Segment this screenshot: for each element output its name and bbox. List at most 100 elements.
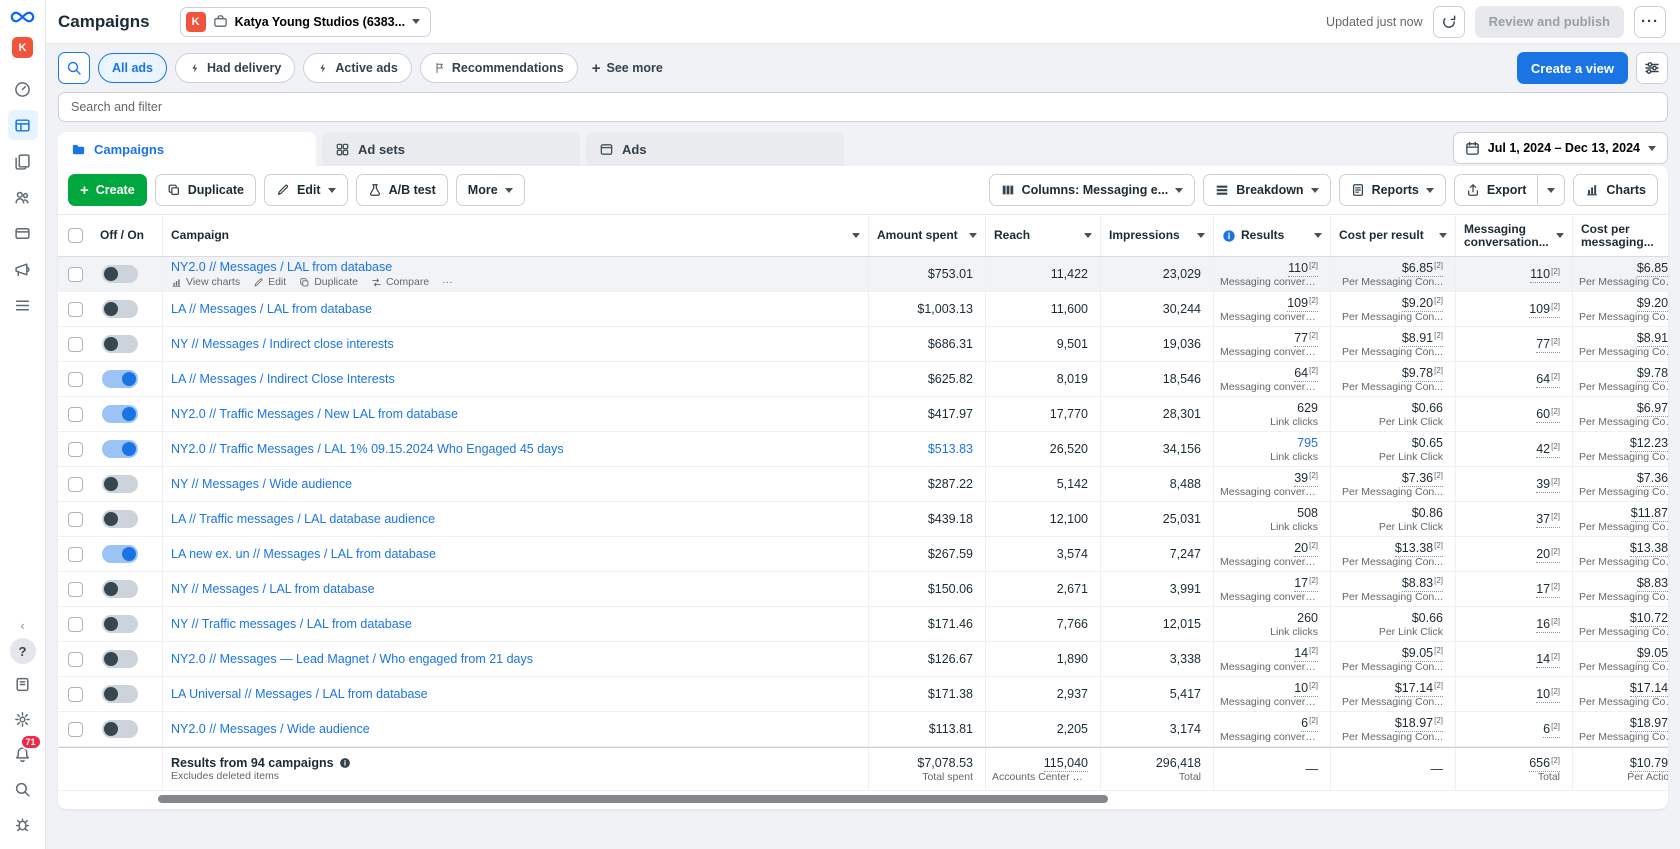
more-button[interactable]: More [455, 174, 525, 206]
campaign-link[interactable]: NY // Messages / Indirect close interest… [171, 337, 394, 351]
campaign-link[interactable]: NY2.0 // Traffic Messages / New LAL from… [171, 407, 458, 421]
tab-campaigns[interactable]: Campaigns [58, 132, 316, 166]
notifications-icon[interactable]: 71 [8, 734, 42, 769]
bug-report-icon[interactable] [8, 809, 38, 839]
horizontal-scrollbar-thumb[interactable] [158, 795, 1108, 803]
select-all-checkbox[interactable] [67, 228, 83, 243]
row-checkbox[interactable] [67, 721, 83, 737]
create-view-button[interactable]: Create a view [1516, 52, 1628, 84]
column-header-campaign[interactable]: Campaign [162, 215, 868, 256]
more-options-button[interactable]: ··· [1634, 5, 1666, 38]
campaign-link[interactable]: NY // Messages / LAL from database [171, 582, 375, 596]
campaign-toggle[interactable] [102, 685, 138, 703]
search-toggle-button[interactable] [58, 52, 90, 84]
reports-button[interactable]: Reports [1338, 174, 1446, 206]
campaign-toggle[interactable] [102, 300, 138, 318]
filter-recommendations[interactable]: Recommendations [419, 53, 578, 83]
charts-button[interactable]: Charts [1573, 174, 1658, 206]
campaign-toggle[interactable] [102, 650, 138, 668]
filter-active-ads[interactable]: Active ads [303, 53, 412, 83]
export-options-button[interactable] [1537, 175, 1564, 205]
sort-caret-icon[interactable] [1197, 233, 1205, 238]
edit-action[interactable]: Edit [253, 276, 286, 288]
export-button[interactable]: Export [1455, 175, 1538, 205]
more-actions[interactable]: ··· [442, 276, 453, 288]
nav-advertise-icon[interactable] [8, 254, 38, 284]
table-row[interactable]: LA new ex. un // Messages / LAL from dat… [58, 537, 1668, 572]
campaign-toggle[interactable] [102, 475, 138, 493]
campaign-toggle[interactable] [102, 615, 138, 633]
table-row[interactable]: NY2.0 // Messages / Wide audience $113.81… [58, 712, 1668, 747]
sort-caret-icon[interactable] [852, 233, 860, 238]
campaign-toggle[interactable] [102, 440, 138, 458]
table-row[interactable]: NY2.0 // Traffic Messages / LAL 1% 09.15… [58, 432, 1668, 467]
row-checkbox[interactable] [67, 301, 83, 317]
nav-all-tools-icon[interactable] [8, 290, 38, 320]
edit-button[interactable]: Edit [263, 174, 348, 206]
campaign-link[interactable]: NY // Traffic messages / LAL from databa… [171, 617, 412, 631]
campaign-link[interactable]: NY // Messages / Wide audience [171, 477, 352, 491]
search-nav-icon[interactable] [8, 774, 38, 804]
row-checkbox[interactable] [67, 336, 83, 352]
create-button[interactable]: + Create [68, 174, 147, 206]
settings-icon[interactable] [8, 704, 38, 734]
row-checkbox[interactable] [67, 511, 83, 527]
tab-ads[interactable]: Ads [586, 132, 844, 166]
duplicate-button[interactable]: Duplicate [154, 174, 256, 206]
campaign-toggle[interactable] [102, 580, 138, 598]
table-row[interactable]: LA Universal // Messages / LAL from data… [58, 677, 1668, 712]
nav-pages-icon[interactable] [8, 146, 38, 176]
nav-account-overview-icon[interactable] [8, 74, 38, 104]
meta-logo-icon[interactable] [9, 9, 36, 25]
column-header-impressions[interactable]: Impressions [1100, 215, 1213, 256]
table-row[interactable]: LA // Messages / LAL from database $1,003… [58, 292, 1668, 327]
table-row[interactable]: NY // Messages / Wide audience $287.22 5,1… [58, 467, 1668, 502]
row-checkbox[interactable] [67, 406, 83, 422]
row-checkbox[interactable] [67, 686, 83, 702]
table-row[interactable]: LA // Messages / Indirect Close Interest… [58, 362, 1668, 397]
column-header-messaging-conversations[interactable]: Messaging conversation... [1455, 215, 1572, 256]
column-header-cost-per-messaging[interactable]: Cost per messaging... [1572, 215, 1668, 256]
column-header-reach[interactable]: Reach [985, 215, 1100, 256]
see-more-button[interactable]: + See more [586, 60, 669, 77]
account-selector[interactable]: K Katya Young Studios (6383... [179, 6, 432, 37]
info-icon[interactable] [339, 757, 351, 769]
campaign-link[interactable]: LA new ex. un // Messages / LAL from dat… [171, 547, 436, 561]
duplicate-action[interactable]: Duplicate [299, 276, 358, 288]
campaign-toggle[interactable] [102, 510, 138, 528]
row-checkbox[interactable] [67, 581, 83, 597]
campaign-toggle[interactable] [102, 265, 138, 283]
table-row[interactable]: NY2.0 // Messages — Lead Magnet / Who en… [58, 642, 1668, 677]
filter-all-ads[interactable]: All ads [98, 53, 167, 83]
row-checkbox[interactable] [67, 266, 83, 282]
compare-action[interactable]: Compare [371, 276, 429, 288]
ab-test-button[interactable]: A/B test [355, 174, 448, 206]
table-row[interactable]: LA // Traffic messages / LAL database au… [58, 502, 1668, 537]
campaign-link[interactable]: LA // Messages / LAL from database [171, 302, 372, 316]
row-checkbox[interactable] [67, 546, 83, 562]
row-checkbox[interactable] [67, 441, 83, 457]
column-header-results[interactable]: Results [1213, 215, 1330, 256]
columns-button[interactable]: Columns: Messaging e... [988, 174, 1196, 206]
review-publish-button[interactable]: Review and publish [1474, 5, 1624, 38]
date-range-picker[interactable]: Jul 1, 2024 – Dec 13, 2024 [1452, 132, 1668, 164]
nav-audiences-icon[interactable] [8, 182, 38, 212]
view-charts-action[interactable]: View charts [171, 276, 240, 288]
campaign-link[interactable]: NY2.0 // Messages / LAL from database [171, 260, 392, 274]
search-and-filter-input[interactable] [58, 92, 1668, 122]
campaign-link[interactable]: NY2.0 // Messages / Wide audience [171, 722, 370, 736]
campaign-toggle[interactable] [102, 335, 138, 353]
sort-caret-icon[interactable] [1314, 233, 1322, 238]
nav-billing-icon[interactable] [8, 218, 38, 248]
filter-had-delivery[interactable]: Had delivery [175, 53, 296, 83]
sort-caret-icon[interactable] [1556, 233, 1564, 238]
rail-account-avatar[interactable]: K [12, 37, 33, 58]
column-header-amount-spent[interactable]: Amount spent [868, 215, 985, 256]
row-checkbox[interactable] [67, 651, 83, 667]
campaign-link[interactable]: LA // Traffic messages / LAL database au… [171, 512, 435, 526]
sort-caret-icon[interactable] [1439, 233, 1447, 238]
campaign-link[interactable]: NY2.0 // Messages — Lead Magnet / Who en… [171, 652, 533, 666]
row-checkbox[interactable] [67, 616, 83, 632]
campaign-toggle[interactable] [102, 370, 138, 388]
sort-caret-icon[interactable] [1084, 233, 1092, 238]
